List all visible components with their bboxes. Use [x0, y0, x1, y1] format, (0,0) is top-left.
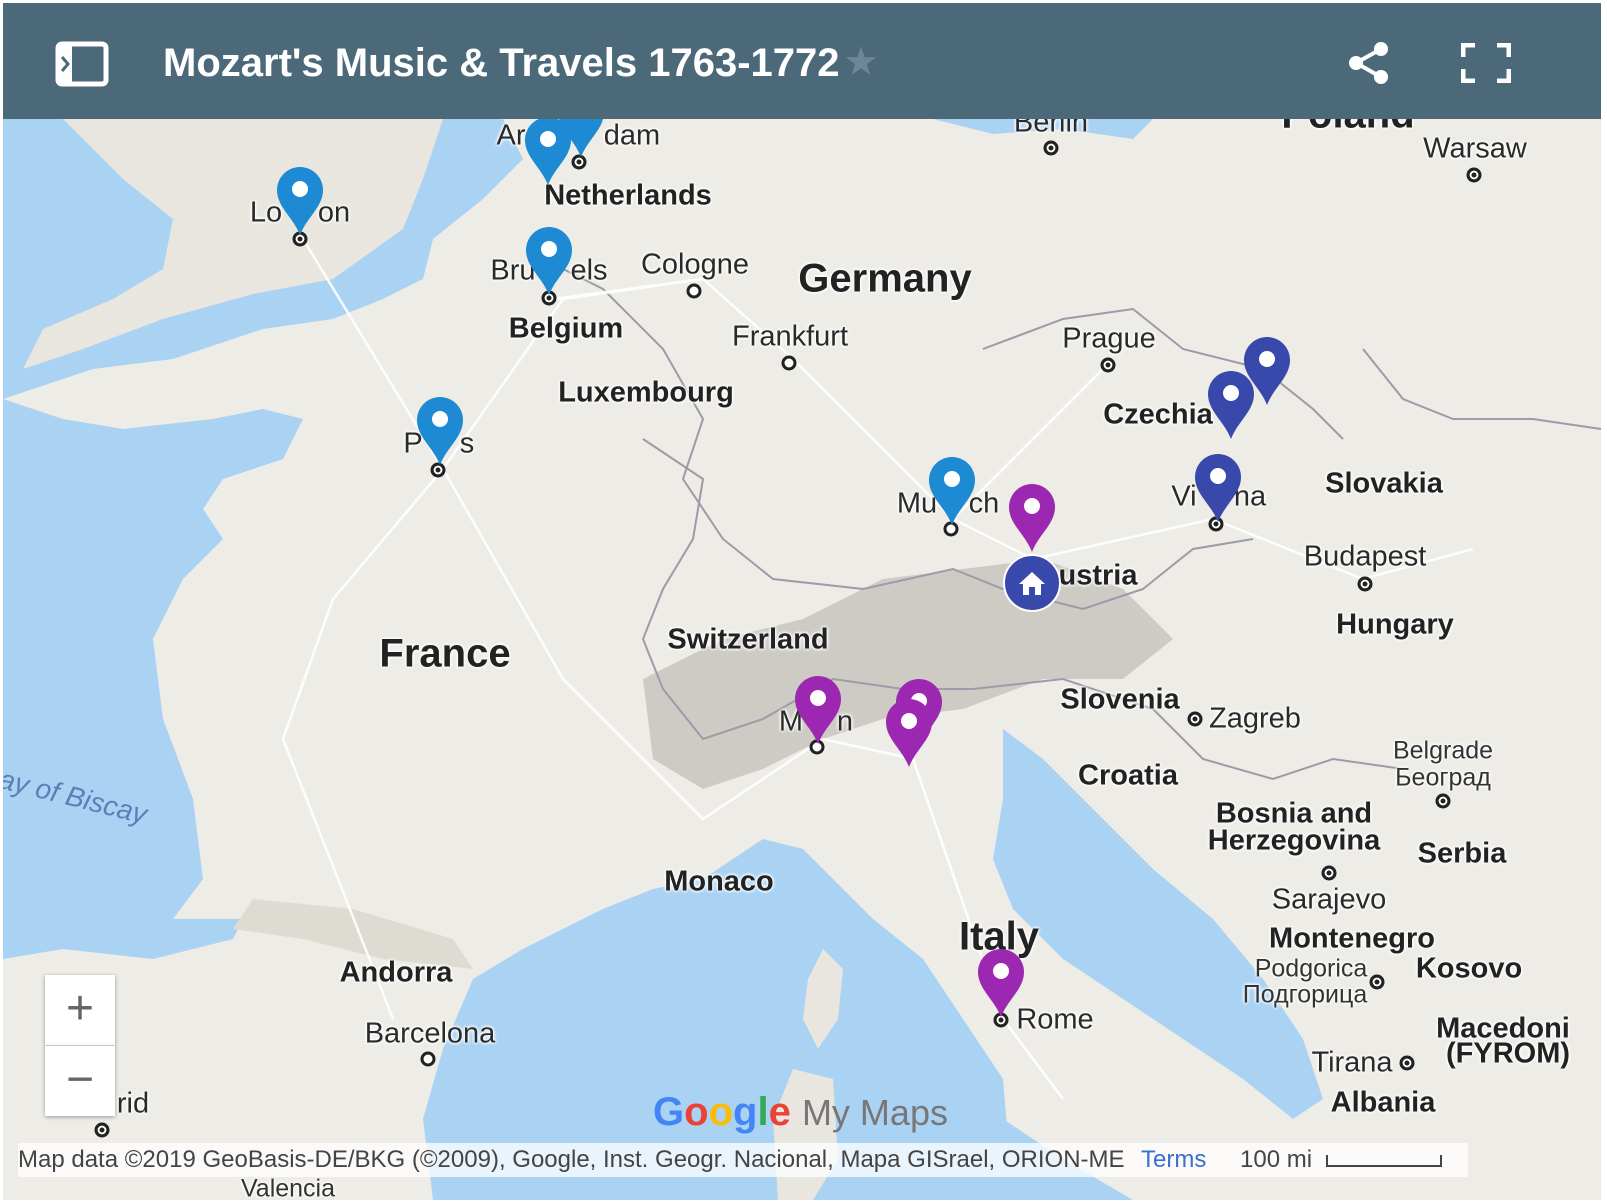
city-label-berlin: Berlin: [1013, 119, 1089, 139]
city-dot: [1043, 140, 1059, 156]
map-canvas[interactable]: Warsaw Berlin Poland Ar dam Netherlands …: [3, 119, 1601, 1200]
country-label-serbia: Serbia: [1417, 837, 1507, 870]
map-pin-icon[interactable]: [556, 119, 606, 159]
country-label-france: France: [379, 631, 511, 676]
city-label-podgorica-cyr: Подгорица: [1242, 980, 1368, 1009]
map-pin-icon[interactable]: [275, 165, 325, 237]
city-dot: [781, 355, 797, 371]
city-label-cologne: Cologne: [640, 248, 750, 281]
country-label-poland: Poland: [1281, 119, 1414, 138]
city-label-barcelona: Barcelona: [364, 1017, 496, 1050]
map-pin-icon[interactable]: [793, 674, 843, 746]
map-pin-icon[interactable]: [524, 225, 574, 297]
country-label-luxembourg: Luxembourg: [558, 376, 734, 409]
city-label-amsterdam-a: Ar: [496, 119, 526, 152]
city-label-brussels-b: els: [570, 254, 608, 287]
country-label-belgium: Belgium: [508, 312, 624, 345]
city-label-amsterdam-b: dam: [603, 119, 661, 152]
city-dot: [1321, 865, 1337, 881]
map-pin-icon[interactable]: [884, 697, 934, 769]
city-dot: [1435, 793, 1451, 809]
city-label-rome: Rome: [1016, 1003, 1094, 1036]
country-label-bosnia-2: Herzegovina: [1207, 824, 1381, 857]
map-pin-icon[interactable]: [976, 947, 1026, 1019]
attribution-text: Map data ©2019 GeoBasis-DE/BKG (©2009), …: [18, 1146, 1125, 1173]
header-bar: Mozart's Music & Travels 1763-1772 ★: [3, 3, 1601, 119]
map-pin-icon[interactable]: [1007, 482, 1057, 554]
country-label-monaco: Monaco: [664, 865, 774, 898]
city-label-frankfurt: Frankfurt: [731, 320, 849, 353]
city-label-madrid: rid: [116, 1087, 150, 1120]
city-label-belgrade-cyr: Београд: [1395, 763, 1491, 792]
star-outline-icon[interactable]: ★: [843, 39, 879, 85]
map-footer: Map data ©2019 GeoBasis-DE/BKG (©2009), …: [18, 1143, 1468, 1177]
city-label-valencia: Valencia: [240, 1174, 336, 1201]
city-dot: [1357, 576, 1373, 592]
city-dot: [1100, 357, 1116, 373]
city-label-prague: Prague: [1062, 322, 1156, 355]
country-label-montenegro: Montenegro: [1269, 922, 1435, 955]
city-dot: [420, 1051, 436, 1067]
scale-label: 100 mi: [1240, 1146, 1313, 1173]
country-label-slovenia: Slovenia: [1060, 683, 1180, 716]
city-label-sarajevo: Sarajevo: [1271, 883, 1387, 916]
country-label-switzerland: Switzerland: [667, 623, 829, 656]
city-label-podgorica: Podgorica: [1254, 954, 1368, 983]
zoom-in-button[interactable]: +: [45, 975, 115, 1046]
city-dot: [686, 283, 702, 299]
map-pin-icon[interactable]: [1206, 369, 1256, 441]
city-label-budapest: Budapest: [1303, 540, 1427, 573]
my-maps-text: My Maps: [801, 1092, 948, 1133]
city-dot: [1399, 1055, 1415, 1071]
map-title: Mozart's Music & Travels 1763-1772: [163, 41, 840, 85]
country-label-andorra: Andorra: [339, 956, 453, 989]
country-label-slovakia: Slovakia: [1325, 467, 1443, 500]
city-label-zagreb: Zagreb: [1209, 702, 1301, 735]
share-icon[interactable]: [1347, 41, 1391, 90]
country-label-kosovo: Kosovo: [1415, 952, 1523, 985]
terms-link[interactable]: Terms: [1141, 1143, 1206, 1177]
country-label-austria: ustria: [1058, 559, 1138, 592]
map-pin-icon[interactable]: [415, 395, 465, 467]
map-pin-icon[interactable]: [1193, 452, 1243, 524]
country-label-czechia: Czechia: [1103, 398, 1213, 431]
google-my-maps-logo: Google My Maps: [653, 1090, 948, 1134]
home-marker-icon[interactable]: [1002, 553, 1062, 613]
scale-bar: [1326, 1155, 1442, 1167]
map-frame: Mozart's Music & Travels 1763-1772 ★ War…: [3, 3, 1601, 1200]
country-label-albania: Albania: [1330, 1086, 1436, 1119]
city-label-tirana: Tirana: [1311, 1046, 1393, 1079]
city-dot: [1187, 711, 1203, 727]
city-label-belgrade: Belgrade: [1392, 736, 1494, 765]
country-label-macedonia-2: (FYROM): [1445, 1037, 1571, 1070]
fullscreen-icon[interactable]: [1460, 42, 1512, 88]
city-dot: [94, 1122, 110, 1138]
country-label-hungary: Hungary: [1336, 608, 1454, 641]
sidebar-toggle-icon[interactable]: [55, 41, 109, 92]
map-pin-icon[interactable]: [927, 455, 977, 527]
country-label-croatia: Croatia: [1078, 759, 1178, 792]
city-label-warsaw: Warsaw: [1423, 132, 1527, 165]
city-dot: [1369, 974, 1385, 990]
zoom-out-button[interactable]: −: [45, 1046, 115, 1116]
city-dot: [1466, 167, 1482, 183]
country-label-germany: Germany: [798, 256, 972, 301]
